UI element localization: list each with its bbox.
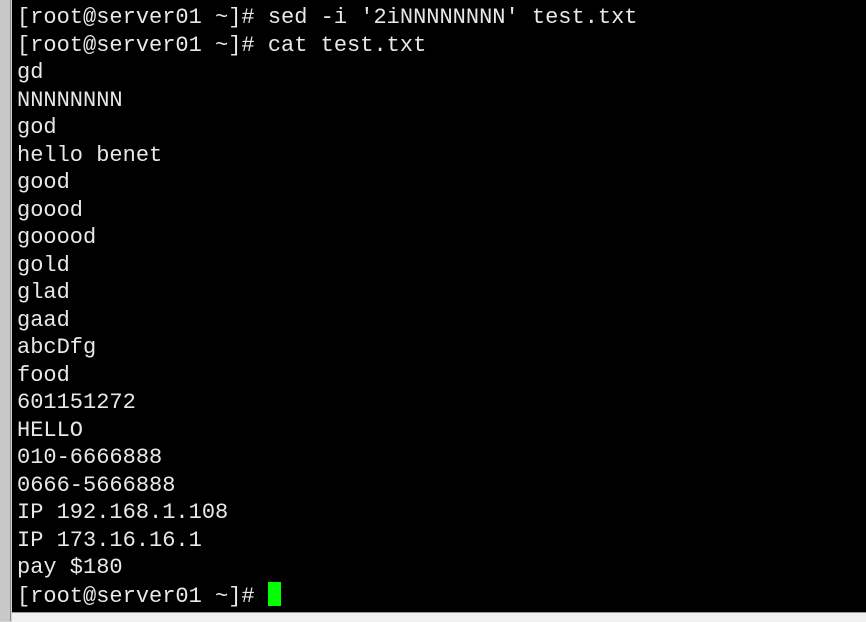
terminal-line: NNNNNNNN <box>17 87 123 113</box>
terminal-prompt-line[interactable]: [root@server01 ~]# <box>17 581 866 610</box>
shell-prompt: [root@server01 ~]# <box>17 583 268 609</box>
terminal-line: IP 173.16.16.1 <box>17 527 202 553</box>
terminal-line: HELLO <box>17 417 84 443</box>
terminal-line: 010-6666888 <box>17 445 163 470</box>
terminal-line: food <box>17 362 70 388</box>
terminal-line: [root@server01 ~]# sed -i '2iNNNNNNNN' t… <box>17 5 638 30</box>
text-cursor <box>267 581 281 606</box>
terminal-line: gooood <box>17 225 97 250</box>
terminal-line: gd <box>17 60 44 85</box>
window-left-border <box>0 0 11 621</box>
terminal-line: abcDfg <box>17 335 97 360</box>
terminal-line: 601151272 <box>17 390 136 415</box>
terminal-line: hello benet <box>17 142 163 168</box>
terminal-line: good <box>17 170 70 195</box>
terminal-line: gaad <box>17 307 70 333</box>
terminal-line: god <box>17 115 57 140</box>
terminal-line: 0666-5666888 <box>17 472 176 498</box>
terminal-line: goood <box>17 197 84 223</box>
terminal-line: pay $180 <box>17 555 123 580</box>
terminal-line: [root@server01 ~]# cat test.txt <box>17 32 427 58</box>
terminal-line: glad <box>17 280 70 305</box>
terminal-line: IP 192.168.1.108 <box>17 500 229 525</box>
terminal-output[interactable]: [root@server01 ~]# sed -i '2iNNNNNNNN' t… <box>12 0 866 612</box>
terminal-line: gold <box>17 252 70 278</box>
